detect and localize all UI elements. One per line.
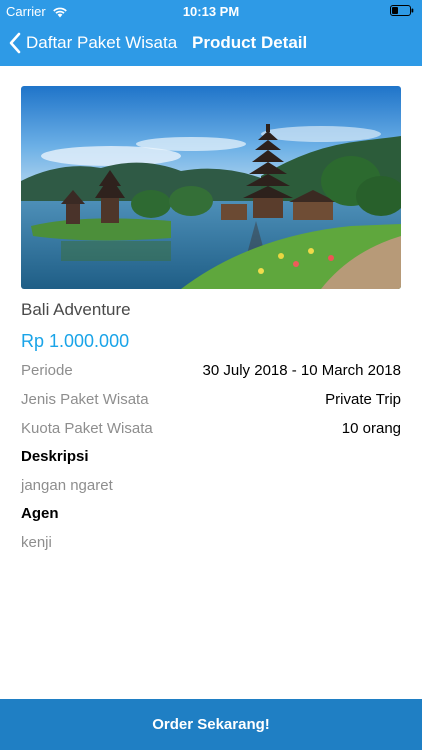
back-label: Daftar Paket Wisata bbox=[26, 33, 178, 52]
period-value: 30 July 2018 - 10 March 2018 bbox=[202, 362, 401, 379]
chevron-left-icon bbox=[9, 32, 21, 54]
order-button[interactable]: Order Sekarang! bbox=[0, 699, 422, 750]
header: Carrier 10:13 PM Daftar Paket Wisata Pro… bbox=[0, 0, 422, 66]
back-button[interactable]: Daftar Paket Wisata bbox=[8, 32, 177, 54]
battery-icon bbox=[390, 5, 414, 16]
temple-lake-illustration bbox=[21, 86, 401, 289]
nav-bar: Daftar Paket Wisata Product Detail bbox=[0, 22, 422, 66]
description-heading: Deskripsi bbox=[21, 448, 89, 465]
product-name: Bali Adventure bbox=[21, 300, 131, 319]
agent-heading: Agen bbox=[21, 505, 59, 522]
package-type-value: Private Trip bbox=[325, 391, 401, 408]
agent-text: kenji bbox=[21, 534, 52, 551]
status-bar: Carrier 10:13 PM bbox=[0, 0, 422, 22]
quota-label: Kuota Paket Wisata bbox=[21, 420, 153, 437]
status-time: 10:13 PM bbox=[182, 4, 240, 19]
page-title: Product Detail bbox=[192, 33, 308, 52]
product-image bbox=[21, 86, 401, 289]
package-type-label: Jenis Paket Wisata bbox=[21, 391, 149, 408]
product-price: Rp 1.000.000 bbox=[21, 331, 130, 351]
quota-value: 10 orang bbox=[341, 420, 401, 437]
description-text: jangan ngaret bbox=[21, 477, 113, 494]
period-label: Periode bbox=[21, 362, 73, 379]
